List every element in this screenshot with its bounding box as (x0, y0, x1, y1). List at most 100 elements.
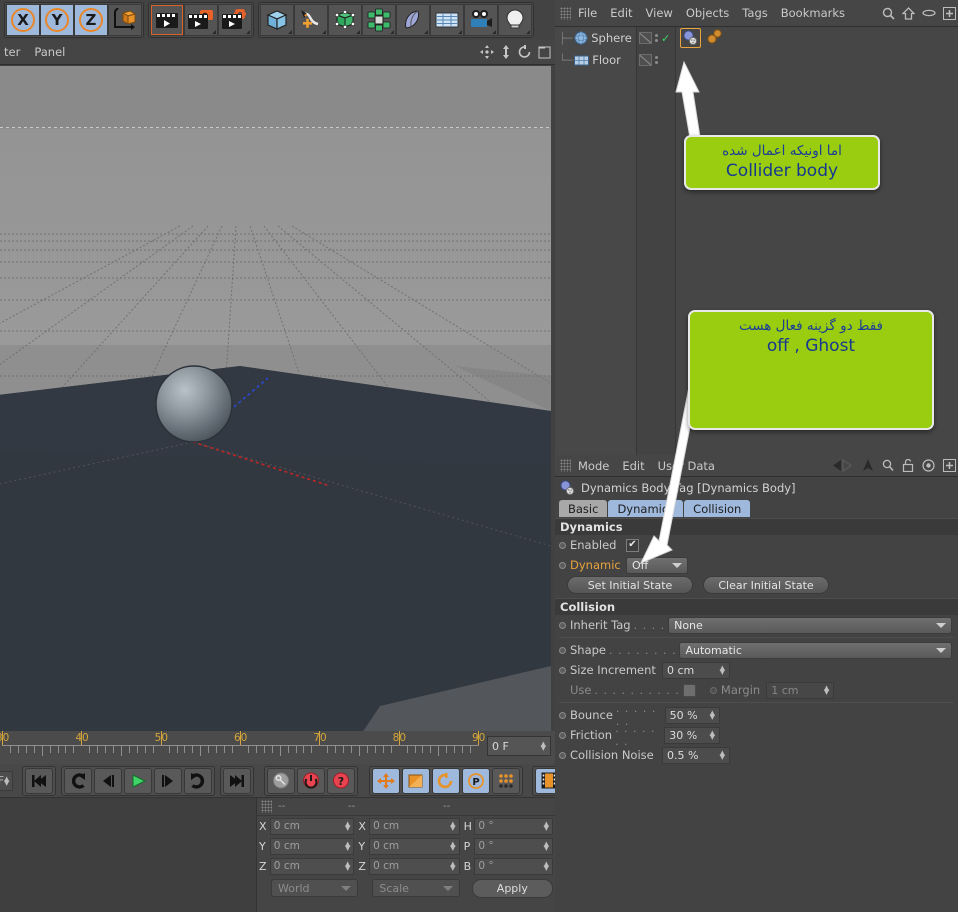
position-key-button[interactable] (372, 767, 401, 794)
animation-track-bullet[interactable] (559, 621, 566, 629)
object-row-floor[interactable]: └─ Floor (555, 49, 636, 71)
panel-grip[interactable] (560, 6, 571, 20)
coord-size-x-field[interactable]: 0 cm ▲ ▼ (369, 817, 460, 835)
fps-field[interactable]: F ▲ ▼ (0, 770, 14, 791)
stepper[interactable]: ▲ ▼ (450, 841, 455, 852)
objmgr-menu-tags[interactable]: Tags (742, 6, 767, 20)
stepper[interactable]: ▲ ▼ (345, 841, 350, 852)
shape-dropdown[interactable]: Automatic (679, 641, 952, 659)
animation-track-bullet[interactable] (559, 666, 566, 674)
spline-pen-button[interactable] (294, 4, 328, 36)
play-button[interactable] (124, 767, 153, 794)
timeline-ruler-track[interactable]: 30405060708090 (0, 731, 485, 764)
animation-track-bullet[interactable] (559, 646, 566, 654)
enabled-checkbox[interactable]: ✔ (626, 538, 639, 552)
tab-dynamics[interactable]: Dynamics (608, 500, 684, 517)
dynamics-body-tag[interactable] (680, 28, 701, 48)
rotation-key-button[interactable] (432, 767, 461, 794)
lock-icon[interactable] (902, 459, 914, 472)
stepper[interactable]: ▲ ▼ (824, 685, 829, 696)
coord-rotation-p-field[interactable]: 0 ° ▲ ▼ (474, 837, 554, 855)
tab-collision[interactable]: Collision (684, 500, 751, 517)
viewport-menu-filter[interactable]: ter (4, 45, 20, 59)
environment-floor-button[interactable] (430, 4, 464, 36)
parameter-key-button[interactable]: P (462, 767, 491, 794)
stepper[interactable]: ▲ ▼ (450, 821, 455, 832)
current-frame-field[interactable]: 0 F ▲ ▼ (487, 736, 551, 756)
go-to-start-button[interactable] (25, 767, 54, 794)
stepper[interactable]: ▲ ▼ (544, 861, 549, 872)
back-nav-icon[interactable] (832, 459, 854, 472)
rotate-view-icon[interactable] (518, 45, 532, 59)
collision-noise-field[interactable]: 0.5 % ▲ ▼ (662, 746, 730, 764)
visibility-dots[interactable] (655, 34, 658, 42)
use-margin-checkbox[interactable] (682, 683, 696, 697)
camera-button[interactable] (464, 4, 498, 36)
set-initial-state-button[interactable]: Set Initial State (567, 576, 693, 594)
scale-view-icon[interactable] (500, 45, 512, 59)
render-settings-button[interactable] (218, 4, 252, 36)
animation-track-bullet[interactable] (559, 731, 566, 739)
viewport-menu-panel[interactable]: Panel (34, 45, 65, 59)
search-icon[interactable] (882, 7, 895, 20)
animation-track-bullet[interactable] (559, 711, 566, 719)
coord-position-z-field[interactable]: 0 cm ▲ ▼ (269, 857, 355, 875)
size-increment-field[interactable]: 0 cm ▲ ▼ (662, 661, 730, 679)
inherit-tag-dropdown[interactable]: None (668, 616, 952, 634)
objmgr-menu-edit[interactable]: Edit (610, 6, 632, 20)
friction-field[interactable]: 30 % ▲ ▼ (664, 726, 720, 744)
axis-x-button[interactable]: X (6, 4, 40, 36)
render-picture-viewer-button[interactable] (184, 4, 218, 36)
keyframe-selection-button[interactable]: ? (327, 767, 356, 794)
frame-stepper[interactable]: ▲ ▼ (541, 741, 546, 752)
visibility-toggle[interactable] (639, 54, 652, 66)
attr-menu-user-data[interactable]: User Data (658, 459, 715, 473)
plus-icon[interactable] (943, 459, 956, 472)
next-keyframe-button[interactable] (184, 767, 213, 794)
nurbs-button[interactable] (328, 4, 362, 36)
record-active-objects-button[interactable] (267, 767, 296, 794)
coord-rotation-b-field[interactable]: 0 ° ▲ ▼ (474, 857, 554, 875)
render-view-button[interactable] (150, 4, 184, 36)
attr-menu-mode[interactable]: Mode (578, 459, 609, 473)
dynamic-dropdown[interactable]: Off (626, 556, 688, 574)
stepper[interactable]: ▲ ▼ (345, 821, 350, 832)
plus-icon[interactable] (943, 6, 956, 20)
objmgr-menu-file[interactable]: File (578, 6, 597, 20)
light-button[interactable] (498, 4, 532, 36)
previous-keyframe-button[interactable] (64, 767, 93, 794)
perspective-viewport[interactable] (0, 66, 551, 731)
attr-menu-edit[interactable]: Edit (622, 459, 644, 473)
step-forward-button[interactable] (154, 767, 183, 794)
animation-track-bullet[interactable] (559, 541, 566, 549)
coord-size-z-field[interactable]: 0 cm ▲ ▼ (369, 857, 460, 875)
clear-initial-state-button[interactable]: Clear Initial State (703, 576, 829, 594)
objmgr-menu-view[interactable]: View (646, 6, 673, 20)
move-view-icon[interactable] (480, 45, 494, 59)
panel-grip[interactable] (560, 459, 571, 472)
eye-icon[interactable] (922, 8, 936, 18)
objmgr-menu-objects[interactable]: Objects (686, 6, 729, 20)
scale-key-button[interactable] (402, 767, 431, 794)
object-axis-button[interactable] (108, 4, 142, 36)
step-back-button[interactable] (94, 767, 123, 794)
deformer-button[interactable] (396, 4, 430, 36)
visibility-toggle[interactable] (639, 32, 652, 44)
stepper[interactable]: ▲ ▼ (710, 730, 715, 741)
fps-stepper[interactable]: ▲ ▼ (4, 775, 9, 786)
target-icon[interactable] (922, 459, 935, 472)
timeline-ruler[interactable]: 30405060708090 0 F ▲▼ (0, 731, 555, 764)
home-icon[interactable] (902, 6, 915, 20)
coord-position-x-field[interactable]: 0 cm ▲ ▼ (269, 817, 355, 835)
coord-position-y-field[interactable]: 0 cm ▲ ▼ (269, 837, 355, 855)
stepper[interactable]: ▲ ▼ (544, 841, 549, 852)
search-icon[interactable] (882, 459, 894, 472)
coordinate-system-select[interactable]: World (271, 879, 359, 897)
coord-size-y-field[interactable]: 0 cm ▲ ▼ (369, 837, 460, 855)
apply-button[interactable]: Apply (471, 878, 553, 898)
material-tag[interactable] (706, 28, 723, 48)
point-level-animation-button[interactable] (492, 767, 521, 794)
stepper[interactable]: ▲ ▼ (544, 821, 549, 832)
animation-track-bullet[interactable] (559, 561, 566, 569)
autokeying-button[interactable] (297, 767, 326, 794)
